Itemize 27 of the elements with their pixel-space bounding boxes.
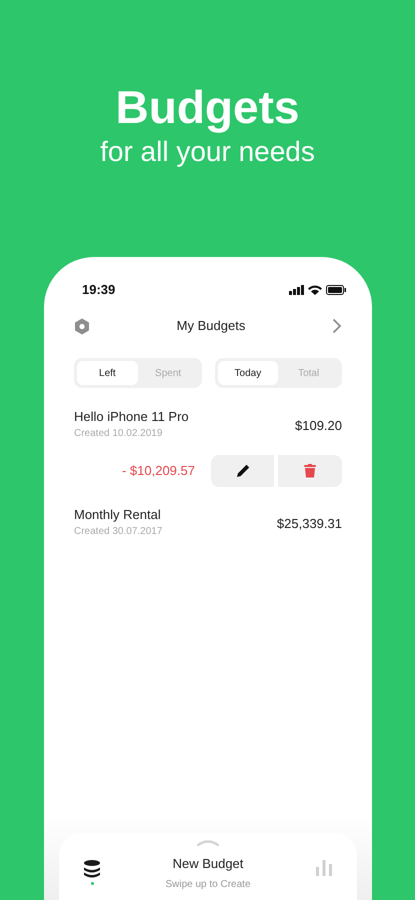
hero-subtitle: for all your needs xyxy=(100,135,315,169)
bottom-sheet[interactable]: New Budget Swipe up to Create xyxy=(59,833,357,900)
budget-date: Created 10.02.2019 xyxy=(74,426,164,440)
budget-row[interactable]: Hello iPhone 11 Pro Created 10.02.2019 $109.20 xyxy=(74,406,342,442)
budget-name: Hello iPhone 11 Pro xyxy=(74,408,189,424)
battery-icon xyxy=(326,285,346,295)
budget-row[interactable]: Monthly Rental Created 30.07.2017 $25,339.31 xyxy=(74,504,342,540)
pencil-icon xyxy=(236,464,250,478)
sheet-title: New Budget xyxy=(172,855,244,873)
budget-date: Created 30.07.2017 xyxy=(74,524,162,538)
wifi-icon xyxy=(308,285,322,295)
difference-amount: - $10,209.57 xyxy=(122,462,195,480)
settings-icon[interactable] xyxy=(74,318,90,334)
segment-option[interactable]: Today xyxy=(218,361,278,385)
stack-icon[interactable] xyxy=(84,860,100,878)
signal-icon xyxy=(289,285,304,295)
segment-option[interactable]: Left xyxy=(77,361,138,385)
trash-icon xyxy=(304,464,316,478)
chevron-right-icon[interactable] xyxy=(332,318,342,334)
sheet-hint: Swipe up to Create xyxy=(165,878,251,892)
hero-title: Budgets xyxy=(116,80,300,134)
budget-amount: $109.20 xyxy=(295,417,342,436)
screen-title: My Budgets xyxy=(176,317,246,336)
budget-name: Monthly Rental xyxy=(74,506,162,522)
status-time: 19:39 xyxy=(82,281,116,300)
budget-amount: $25,339.31 xyxy=(276,515,342,534)
edit-button[interactable] xyxy=(211,455,274,487)
